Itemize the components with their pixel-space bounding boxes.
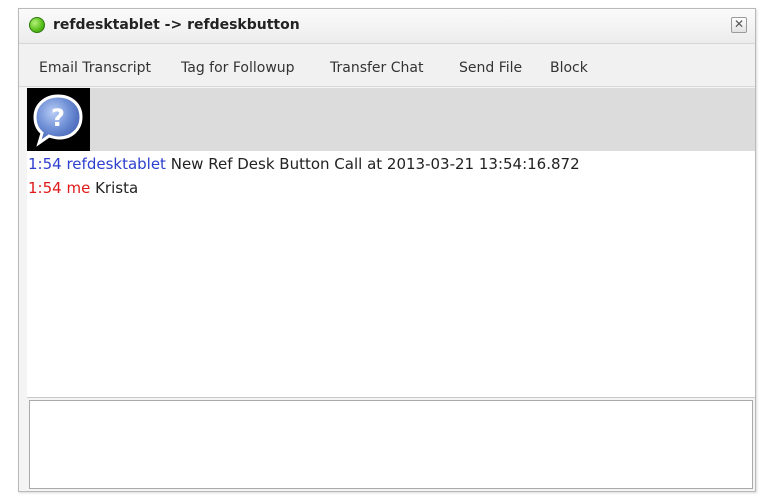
message-time: 1:54: [28, 155, 62, 173]
action-menu-bar: Email Transcript Tag for Followup Transf…: [19, 44, 755, 87]
close-button[interactable]: ✕: [731, 17, 747, 33]
block-button[interactable]: Block: [550, 60, 588, 76]
message-time: 1:54: [28, 179, 62, 197]
question-chat-bubble-icon: ?: [33, 94, 83, 147]
message-row: 1:54 me Krista: [28, 179, 138, 197]
message-text: New Ref Desk Button Call at 2013-03-21 1…: [170, 155, 580, 173]
send-file-button[interactable]: Send File: [459, 60, 522, 76]
avatar-bar: ?: [27, 88, 755, 151]
message-sender: refdesktablet: [66, 155, 166, 173]
close-icon: ✕: [733, 17, 745, 31]
avatar: ?: [27, 88, 90, 151]
message-input[interactable]: [29, 400, 753, 489]
title-bar: refdesktablet -> refdeskbutton ✕: [19, 9, 755, 44]
window-title: refdesktablet -> refdeskbutton: [53, 17, 300, 33]
svg-text:?: ?: [51, 104, 65, 132]
message-sender: me: [66, 179, 91, 197]
chat-transcript[interactable]: 1:54 refdesktablet New Ref Desk Button C…: [27, 151, 755, 398]
email-transcript-button[interactable]: Email Transcript: [39, 60, 151, 76]
message-row: 1:54 refdesktablet New Ref Desk Button C…: [28, 155, 580, 173]
tag-for-followup-button[interactable]: Tag for Followup: [181, 60, 295, 76]
chat-window: refdesktablet -> refdeskbutton ✕ Email T…: [18, 8, 756, 492]
online-status-icon: [29, 17, 45, 33]
message-text: Krista: [95, 179, 139, 197]
transfer-chat-button[interactable]: Transfer Chat: [330, 60, 423, 76]
